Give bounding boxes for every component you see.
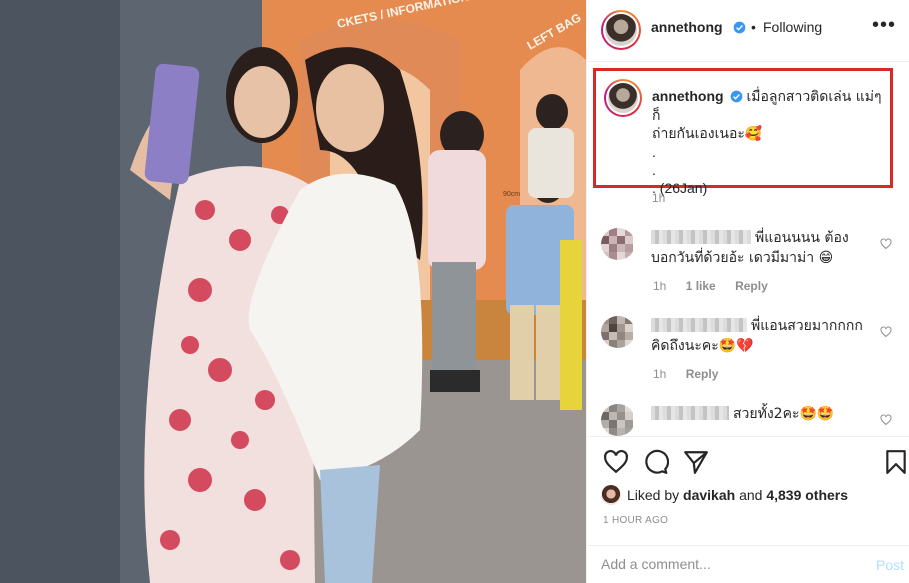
share-paper-plane-icon[interactable] <box>683 449 709 475</box>
save-bookmark-icon[interactable] <box>883 449 909 475</box>
comment-bubble-icon[interactable] <box>643 449 669 475</box>
header-separator: • <box>751 19 756 35</box>
comment-text-line-2: คิดถึงนะคะ🤩💔 <box>651 338 754 354</box>
comment-like-heart-icon[interactable] <box>880 326 892 338</box>
comment-avatar-pixelated[interactable] <box>601 404 635 436</box>
comment-text-line-1: พี่แอนนนน ต้อง <box>755 230 849 246</box>
following-button[interactable]: Following <box>763 19 822 35</box>
caption-author-username[interactable]: annethong <box>652 88 724 104</box>
like-heart-icon[interactable] <box>603 449 629 475</box>
comment-reply-button[interactable]: Reply <box>686 367 719 381</box>
ellipsis-icon[interactable]: ••• <box>872 14 896 37</box>
comment-time: 1h <box>653 367 667 381</box>
caption-line-3: . <box>652 144 656 160</box>
caption-line-4: . <box>652 162 656 178</box>
comment-text: พี่แอนนนน ต้อง บอกวันที่ด้วยอ้ะ เดวมีมาม… <box>651 228 873 268</box>
post-side-panel: annethong • Following ••• annethong เมื่… <box>586 0 909 583</box>
post-photo[interactable]: CKETS / INFORMATION LEFT BAG 90cm <box>0 0 586 583</box>
comment-username-blurred[interactable] <box>651 318 747 332</box>
liked-by-prefix: Liked by <box>627 487 680 503</box>
caption-line-5: . (26Jan) <box>652 180 708 196</box>
caption-verified-icon <box>730 90 742 103</box>
post-header: annethong • Following ••• <box>587 0 909 62</box>
caption-highlight-box: annethong เมื่อลูกสาวติดเล่น แม่ๆก็ ถ่าย… <box>593 68 893 196</box>
post-timestamp[interactable]: 1 HOUR AGO <box>603 515 668 526</box>
comment-text: พี่แอนสวยมากกกก คิดถึงนะคะ🤩💔 <box>651 316 873 356</box>
comment-avatar-pixelated[interactable] <box>601 316 635 348</box>
caption-line-2: ถ่ายกันเองเนอะ🥰 <box>652 126 763 142</box>
author-avatar[interactable] <box>601 10 641 50</box>
comment-username-blurred[interactable] <box>651 230 751 244</box>
comment-like-heart-icon[interactable] <box>880 238 892 250</box>
comment-text: สวยทั้ง2คะ🤩🤩 <box>651 404 873 424</box>
caption-author-avatar[interactable] <box>604 79 642 117</box>
height-mark: 90cm <box>503 191 520 198</box>
post-actions: Liked by davikah and 4,839 others 1 HOUR… <box>587 436 909 583</box>
comment-likes[interactable]: 1 like <box>686 279 716 293</box>
add-comment-bar: Post <box>587 545 909 583</box>
comment-avatar-pixelated[interactable] <box>601 228 635 260</box>
comment-text-line-1: สวยทั้ง2คะ🤩🤩 <box>733 406 835 422</box>
likes-count[interactable]: 4,839 others <box>766 487 848 503</box>
comment-reply-button[interactable]: Reply <box>735 279 768 293</box>
photo-image: CKETS / INFORMATION LEFT BAG 90cm <box>0 0 586 583</box>
caption-text: annethong เมื่อลูกสาวติดเล่น แม่ๆก็ ถ่าย… <box>652 87 888 197</box>
comment-text-line-1: พี่แอนสวยมากกกก <box>751 318 863 334</box>
comment-like-heart-icon[interactable] <box>880 414 892 426</box>
comment-meta: 1h Reply <box>653 367 734 381</box>
add-comment-input[interactable] <box>601 556 851 572</box>
comment-text-line-2: บอกวันที่ด้วยอ้ะ เดวมีมาม่า 😁 <box>651 250 834 266</box>
liker-avatar[interactable] <box>601 485 621 505</box>
post-comment-button[interactable]: Post <box>876 557 904 573</box>
liked-by-user[interactable]: davikah <box>683 487 735 503</box>
liked-by-summary: Liked by davikah and 4,839 others <box>601 485 848 505</box>
comment-meta: 1h 1 like Reply <box>653 279 784 293</box>
comment-time: 1h <box>653 279 667 293</box>
liked-by-and: and <box>739 487 763 503</box>
verified-badge-icon <box>733 21 746 34</box>
comment-username-blurred[interactable] <box>651 406 729 420</box>
caption-timestamp: 1h <box>652 191 666 205</box>
author-username[interactable]: annethong <box>651 19 723 35</box>
